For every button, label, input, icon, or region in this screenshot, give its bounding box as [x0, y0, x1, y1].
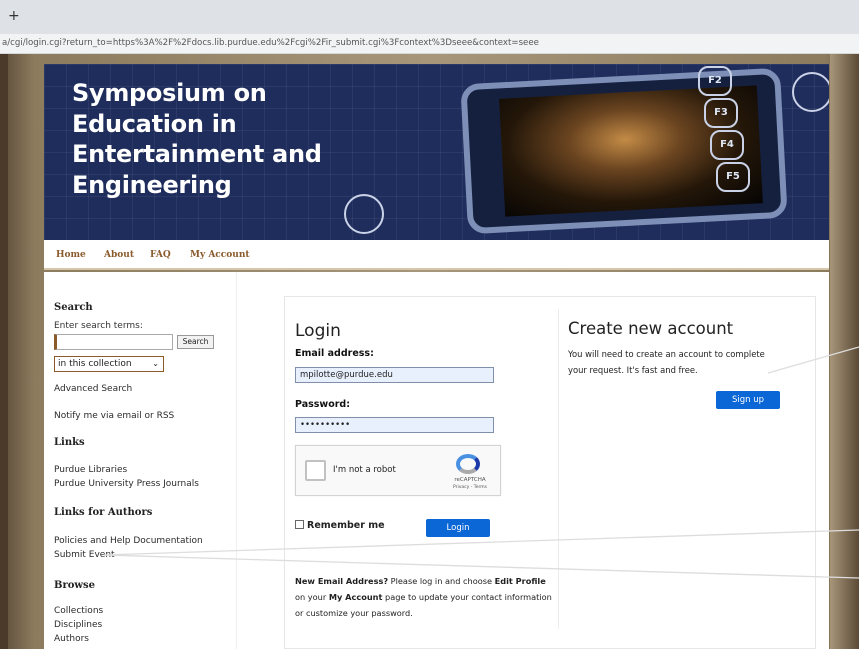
help-text-part: Please log in and choose — [388, 576, 495, 586]
search-scope-select[interactable]: in this collection ⌄ — [54, 356, 164, 372]
knob-icon — [344, 194, 384, 234]
login-heading: Login — [295, 321, 341, 341]
search-prompt: Enter search terms: — [54, 321, 143, 331]
fkey-f2-icon: F2 — [698, 66, 732, 96]
site-title[interactable]: Symposium on Education in Entertainment … — [72, 78, 372, 200]
nav-my-account-link[interactable]: My Account — [190, 250, 250, 260]
left-edge-decoration — [0, 54, 8, 649]
title-line: Education in — [72, 109, 237, 138]
site-banner: F2 F3 F4 F5 Symposium on Education in En… — [44, 64, 829, 240]
search-button[interactable]: Search — [177, 335, 214, 349]
help-prefix: New Email Address? — [295, 576, 389, 586]
title-line: Engineering — [72, 170, 232, 199]
main-nav: Home About FAQ My Account — [44, 240, 829, 270]
help-text-part: on your — [295, 592, 329, 602]
sign-up-button[interactable]: Sign up — [716, 391, 780, 409]
sidebar-link-purdue-libraries[interactable]: Purdue Libraries — [54, 465, 127, 475]
advanced-search-link[interactable]: Advanced Search — [54, 384, 132, 394]
nav-about-link[interactable]: About — [104, 250, 134, 260]
search-heading: Search — [54, 302, 93, 313]
password-label: Password: — [295, 399, 351, 410]
notify-link[interactable]: Notify me via email or RSS — [54, 411, 174, 421]
remember-me-label: Remember me — [307, 520, 385, 531]
create-account-description: You will need to create an account to co… — [568, 349, 765, 375]
remember-me-checkbox[interactable] — [295, 520, 304, 529]
edit-profile-ref: Edit Profile — [494, 576, 546, 586]
nav-home-link[interactable]: Home — [56, 250, 86, 260]
email-field[interactable]: mpilotte@purdue.edu — [295, 367, 494, 383]
nav-faq-link[interactable]: FAQ — [150, 250, 171, 260]
search-input[interactable] — [54, 334, 173, 350]
create-account-heading: Create new account — [568, 319, 734, 338]
browse-link-disciplines[interactable]: Disciplines — [54, 620, 102, 630]
help-text: New Email Address? Please log in and cho… — [295, 573, 557, 621]
column-divider — [558, 309, 559, 629]
sidebar-link-submit-event[interactable]: Submit Event — [54, 550, 115, 560]
recaptcha-brand: reCAPTCHA — [454, 477, 486, 483]
remember-me[interactable]: Remember me — [295, 520, 385, 531]
recaptcha-checkbox[interactable] — [305, 460, 326, 481]
address-bar[interactable]: a/cgi/login.cgi?return_to=https%3A%2F%2F… — [0, 34, 859, 54]
password-field[interactable]: •••••••••• — [295, 417, 494, 433]
email-label: Email address: — [295, 348, 374, 359]
links-heading: Links — [54, 437, 85, 448]
chevron-down-icon: ⌄ — [152, 359, 159, 368]
browse-link-collections[interactable]: Collections — [54, 606, 103, 616]
title-line: Symposium on — [72, 79, 267, 107]
scope-selected-value: in this collection — [58, 359, 132, 369]
browser-tab-strip: + — [0, 0, 859, 34]
recaptcha-label: I'm not a robot — [333, 465, 396, 475]
new-tab-icon[interactable]: + — [8, 9, 20, 23]
sidebar: Search Enter search terms: Search in thi… — [44, 272, 237, 649]
browse-link-authors[interactable]: Authors — [54, 634, 89, 644]
my-account-ref: My Account — [328, 592, 383, 602]
fkey-f4-icon: F4 — [710, 130, 744, 160]
fkey-f5-icon: F5 — [716, 162, 750, 192]
knob-icon — [792, 72, 829, 112]
right-edge-decoration — [830, 54, 859, 649]
url-text[interactable]: a/cgi/login.cgi?return_to=https%3A%2F%2F… — [2, 38, 539, 48]
recaptcha-logo-icon — [456, 454, 480, 474]
fkey-f3-icon: F3 — [704, 98, 738, 128]
sidebar-link-purdue-press[interactable]: Purdue University Press Journals — [54, 479, 199, 489]
browse-heading: Browse — [54, 580, 95, 591]
sidebar-link-policies[interactable]: Policies and Help Documentation — [54, 536, 203, 546]
login-panel: Login Email address: mpilotte@purdue.edu… — [284, 296, 816, 649]
recaptcha-terms-link[interactable]: Privacy - Terms — [446, 485, 494, 490]
title-line: Entertainment and — [72, 140, 322, 168]
authors-heading: Links for Authors — [54, 507, 153, 518]
recaptcha-widget: I'm not a robot reCAPTCHA Privacy - Term… — [295, 445, 501, 496]
login-button[interactable]: Login — [426, 519, 490, 537]
content-area: Search Enter search terms: Search in thi… — [44, 272, 829, 649]
